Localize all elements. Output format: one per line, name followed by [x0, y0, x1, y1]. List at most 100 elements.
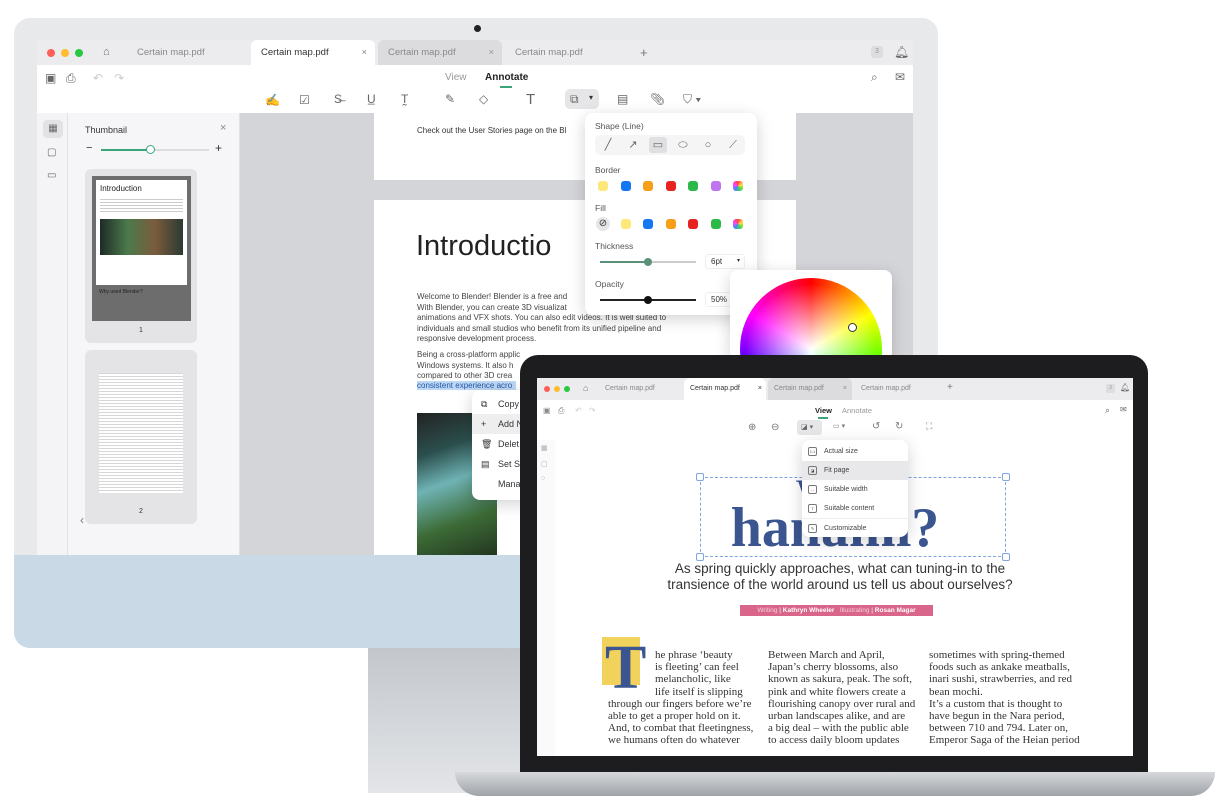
- home-icon[interactable]: ⌂: [583, 383, 588, 393]
- save-icon[interactable]: ▣: [543, 406, 551, 415]
- stamp-icon[interactable]: ⛉ ▾: [683, 93, 701, 105]
- zoom-in-icon[interactable]: ⊕: [748, 422, 756, 433]
- menu-item-actual-size[interactable]: Actual size 1:1: [802, 442, 908, 461]
- comment-icon[interactable]: ▭: [47, 171, 56, 181]
- mode-annotate-tab[interactable]: Annotate: [842, 406, 872, 415]
- notification-badge[interactable]: 3: [1106, 384, 1115, 393]
- pencil-icon[interactable]: ✎: [445, 93, 455, 105]
- connector-shape-icon[interactable]: ⟋: [724, 137, 742, 153]
- tab-3[interactable]: Certain map.pdf ×: [768, 378, 852, 400]
- slider-handle[interactable]: [644, 296, 652, 304]
- highlighted-text[interactable]: consistent experience acro: [417, 381, 517, 390]
- minimize-window-button[interactable]: [554, 386, 560, 392]
- notification-badge[interactable]: 3: [871, 46, 883, 58]
- fullscreen-icon[interactable]: ⛶: [926, 421, 932, 432]
- close-panel-button[interactable]: ×: [220, 122, 226, 134]
- menu-item-fit-page[interactable]: Fit page ◪: [802, 461, 908, 480]
- signature-icon[interactable]: ✍: [265, 94, 280, 106]
- fill-color-swatch[interactable]: [710, 219, 721, 229]
- close-window-button[interactable]: [47, 49, 55, 57]
- page-layout-button[interactable]: ▭ ▾: [833, 422, 845, 430]
- bell-icon[interactable]: 🔔︎: [894, 46, 909, 58]
- thickness-slider[interactable]: [600, 258, 696, 266]
- search-icon[interactable]: ⌕: [871, 71, 878, 83]
- bookmark-icon[interactable]: ▢: [47, 148, 56, 158]
- border-color-swatch[interactable]: [665, 181, 676, 191]
- thumbnail-page-2[interactable]: 2: [85, 350, 197, 524]
- circle-shape-icon[interactable]: ○: [699, 137, 717, 153]
- tab-3[interactable]: Certain map.pdf ×: [378, 40, 502, 65]
- tab-4[interactable]: Certain map.pdf: [505, 40, 625, 65]
- close-tab-icon[interactable]: ×: [361, 40, 367, 65]
- slider-handle[interactable]: [145, 145, 155, 154]
- redo-icon[interactable]: ↷: [114, 72, 124, 84]
- line-shape-icon[interactable]: ╱: [599, 137, 617, 153]
- fill-color-swatch[interactable]: [643, 219, 653, 229]
- minimize-window-button[interactable]: [61, 49, 69, 57]
- text-icon[interactable]: T: [526, 92, 535, 107]
- border-color-swatch[interactable]: [710, 181, 721, 191]
- tab-2-active[interactable]: Certain map.pdf ×: [251, 40, 375, 65]
- undo-icon[interactable]: ↶: [93, 72, 103, 84]
- custom-color-icon[interactable]: [733, 181, 743, 191]
- rectangle-shape-icon[interactable]: ▭: [649, 137, 667, 153]
- no-fill-icon[interactable]: ⊘: [596, 217, 610, 231]
- undo-icon[interactable]: ↶: [575, 406, 582, 415]
- thumbnails-icon[interactable]: ▦: [541, 444, 548, 452]
- tab-4[interactable]: Certain map.pdf: [855, 378, 939, 400]
- collapse-panel-button[interactable]: ‹: [80, 513, 84, 527]
- close-tab-icon[interactable]: ×: [843, 378, 847, 400]
- zoom-out-thumb-button[interactable]: −: [86, 142, 92, 154]
- ellipse-shape-icon[interactable]: ⬭: [674, 137, 692, 153]
- mode-view-tab[interactable]: View: [815, 406, 832, 415]
- search-icon[interactable]: ⌕: [1105, 405, 1110, 416]
- custom-color-icon[interactable]: [733, 219, 743, 229]
- close-tab-icon[interactable]: ×: [758, 378, 762, 400]
- close-tab-icon[interactable]: ×: [488, 40, 494, 65]
- tab-1[interactable]: Certain map.pdf: [597, 378, 683, 400]
- menu-item-suitable-width[interactable]: Suitable width ↔: [802, 480, 908, 499]
- bookmark-icon[interactable]: ▢: [541, 460, 548, 468]
- slider-handle[interactable]: [644, 258, 652, 266]
- thumbnail-zoom-slider[interactable]: [101, 145, 209, 154]
- thumbnails-icon[interactable]: ▦: [43, 120, 63, 138]
- underline-icon[interactable]: U̲: [367, 93, 376, 105]
- zoom-out-icon[interactable]: ⊖: [771, 422, 779, 433]
- save-icon[interactable]: ▣: [45, 72, 56, 84]
- border-color-swatch[interactable]: [643, 181, 653, 191]
- print-icon[interactable]: ⎙: [66, 72, 76, 84]
- bell-icon[interactable]: 🔔︎: [1120, 383, 1130, 392]
- shape-tool-button[interactable]: ⧉ ▾: [565, 89, 599, 109]
- opacity-slider[interactable]: [600, 296, 696, 304]
- fit-mode-button[interactable]: ◪ ▾: [797, 420, 822, 435]
- border-color-swatch[interactable]: [688, 181, 698, 191]
- maximize-window-button[interactable]: [564, 386, 570, 392]
- tab-2-active[interactable]: Certain map.pdf ×: [684, 378, 766, 400]
- redo-icon[interactable]: ↷: [589, 406, 596, 415]
- color-picker-handle[interactable]: [848, 323, 857, 332]
- rotate-right-icon[interactable]: ↻: [895, 421, 903, 432]
- border-color-swatch[interactable]: [620, 181, 631, 191]
- fill-color-swatch[interactable]: [620, 219, 631, 229]
- strikethrough-icon[interactable]: S̶: [334, 93, 342, 105]
- mail-icon[interactable]: ✉: [895, 71, 905, 83]
- mode-view-tab[interactable]: View: [445, 72, 467, 83]
- sticky-note-icon[interactable]: ▤: [617, 93, 628, 105]
- border-color-swatch[interactable]: [598, 181, 608, 191]
- rotate-left-icon[interactable]: ↺: [872, 421, 880, 432]
- color-wheel[interactable]: [740, 278, 882, 360]
- new-tab-button[interactable]: +: [640, 45, 648, 60]
- thumbnail-page-1[interactable]: Introduction Why used Blender? 1: [85, 169, 197, 343]
- zoom-in-thumb-button[interactable]: +: [215, 141, 222, 155]
- attachment-icon[interactable]: 📎︎: [650, 93, 665, 105]
- thickness-select[interactable]: 6pt ▾: [705, 254, 745, 269]
- highlight-icon[interactable]: ☑: [299, 94, 310, 106]
- print-icon[interactable]: ⎙: [558, 406, 564, 416]
- squiggly-icon[interactable]: T̰: [401, 93, 408, 105]
- fill-color-swatch[interactable]: [688, 219, 698, 229]
- home-icon[interactable]: ⌂: [103, 47, 110, 58]
- tab-1[interactable]: Certain map.pdf: [127, 40, 247, 65]
- menu-item-suitable-content[interactable]: Suitable content T: [802, 499, 908, 518]
- maximize-window-button[interactable]: [75, 49, 83, 57]
- eraser-icon[interactable]: ◇: [479, 93, 488, 105]
